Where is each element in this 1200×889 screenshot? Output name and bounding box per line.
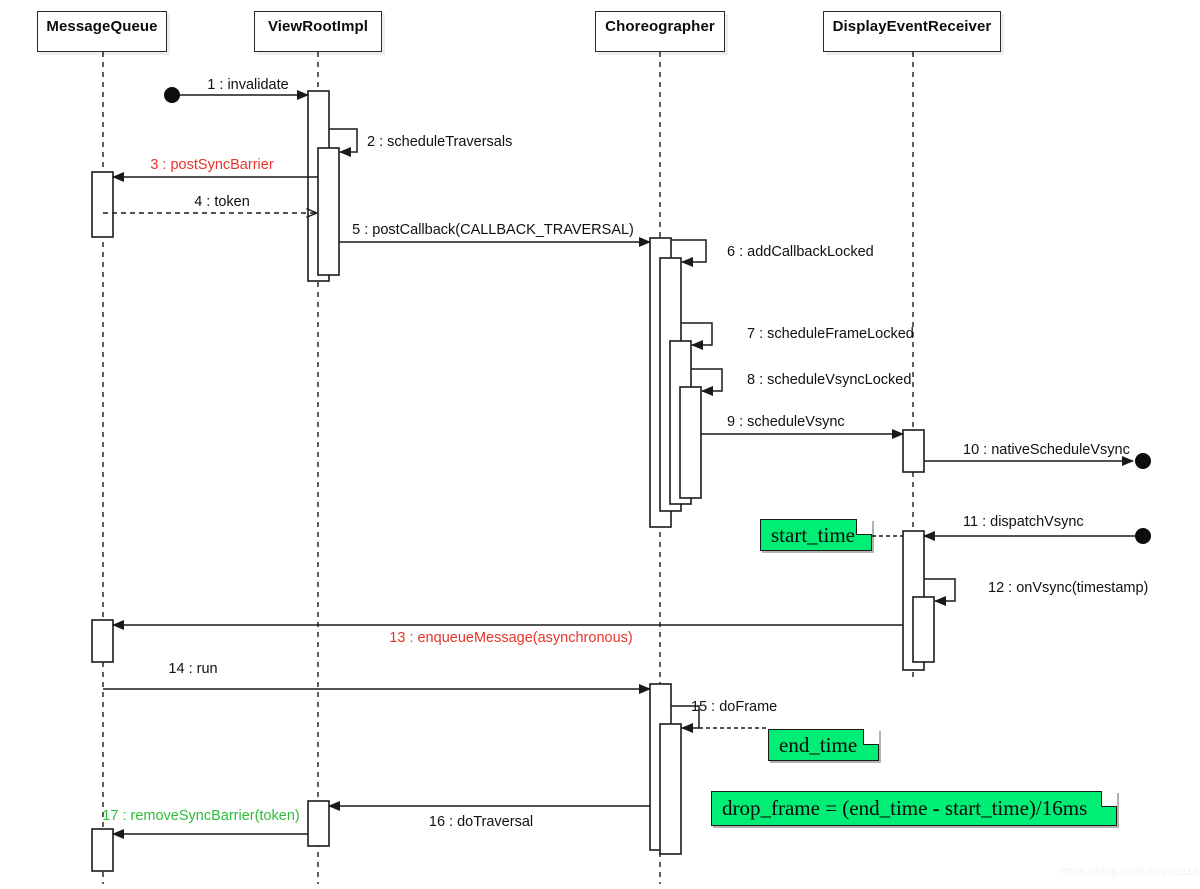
message-label-13: 13 : enqueueMessage(asynchronous): [389, 630, 633, 646]
activation-choreographer-l6: [659, 723, 682, 855]
note-text-start-time: start_time: [771, 522, 855, 547]
message-label-3: 3 : postSyncBarrier: [150, 157, 274, 173]
found-dot-1: [164, 87, 180, 103]
message-label-8: 8 : scheduleVsyncLocked: [747, 372, 912, 388]
participant-box-viewrootimpl[interactable]: ViewRootImpl: [254, 11, 382, 52]
activation-der-inner: [912, 596, 935, 663]
message-label-5: 5 : postCallback(CALLBACK_TRAVERSAL): [352, 222, 634, 238]
activation-choreographer-l4: [679, 386, 702, 499]
message-label-15: 15 : doFrame: [691, 699, 778, 715]
participant-label-choreographer: Choreographer: [605, 18, 715, 35]
participant-box-choreographer[interactable]: Choreographer: [595, 11, 725, 52]
message-label-14: 14 : run: [168, 661, 218, 677]
watermark-text: https://blog.csdn.net/u011315960: [1060, 866, 1200, 878]
note-text-end-time: end_time: [779, 732, 858, 757]
message-label-17: 17 : removeSyncBarrier(token): [102, 808, 300, 824]
note-text-drop-frame: drop_frame = (end_time - start_time)/16m…: [722, 796, 1088, 820]
message-label-16: 16 : doTraversal: [428, 814, 534, 830]
message-label-7: 7 : scheduleFrameLocked: [747, 326, 914, 342]
message-label-11: 11 : dispatchVsync: [963, 514, 1084, 530]
note-fold-corner-icon: [856, 519, 872, 535]
activation-der-1: [902, 429, 925, 473]
participant-box-messagequeue[interactable]: MessageQueue: [37, 11, 167, 52]
activation-messagequeue-1: [91, 171, 114, 238]
activation-messagequeue-2: [91, 619, 114, 663]
note-fold-corner-icon: [863, 729, 879, 745]
found-dot-11: [1135, 528, 1151, 544]
message-label-2: 2 : scheduleTraversals: [367, 134, 513, 150]
activation-viewrootimpl-bottom: [307, 800, 330, 847]
message-label-9: 9 : scheduleVsync: [727, 414, 845, 430]
activation-messagequeue-3: [91, 828, 114, 872]
message-label-10: 10 : nativeScheduleVsync: [963, 442, 1130, 458]
note-drop-frame: drop_frame = (end_time - start_time)/16m…: [711, 791, 1117, 826]
message-label-12: 12 : onVsync(timestamp): [988, 580, 1149, 596]
note-start-time: start_time: [760, 519, 872, 551]
message-label-4: 4 : token: [194, 194, 250, 210]
message-arrows: [103, 87, 1151, 839]
participant-label-viewrootimpl: ViewRootImpl: [267, 18, 369, 35]
message-label-1: 1 : invalidate: [207, 77, 289, 93]
note-end-time: end_time: [768, 729, 879, 761]
participant-box-displayeventreceiver[interactable]: DisplayEventReceiver: [823, 11, 1001, 52]
note-fold-corner-icon: [1101, 791, 1117, 807]
activation-viewrootimpl-inner: [317, 147, 340, 276]
participant-label-displayeventreceiver: DisplayEventReceiver: [832, 18, 992, 35]
message-label-6: 6 : addCallbackLocked: [727, 244, 874, 260]
lost-dot-10: [1135, 453, 1151, 469]
participant-label-messagequeue: MessageQueue: [46, 18, 158, 35]
sequence-diagram-canvas: MessageQueue ViewRootImpl Choreographer …: [0, 0, 1200, 889]
